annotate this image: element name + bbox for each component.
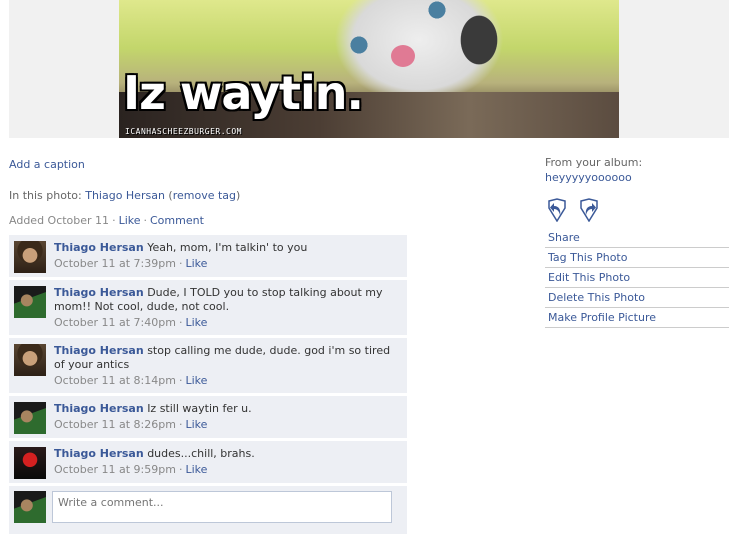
share-link[interactable]: Share bbox=[548, 231, 580, 244]
photo-actions: Share Tag This Photo Edit This Photo Del… bbox=[545, 228, 729, 328]
comment-item: Thiago Hersan Iz still waytin fer u. Oct… bbox=[9, 396, 407, 439]
avatar[interactable] bbox=[14, 402, 46, 434]
comment-like-link[interactable]: Like bbox=[185, 257, 207, 270]
comment-author-link[interactable]: Thiago Hersan bbox=[54, 402, 144, 415]
comment-like-link[interactable]: Like bbox=[185, 316, 207, 329]
comment-photo-link[interactable]: Comment bbox=[150, 214, 204, 227]
comment-item: Thiago Hersan Dude, I TOLD you to stop t… bbox=[9, 280, 407, 336]
comment-time: October 11 at 8:14pm bbox=[54, 374, 176, 387]
comment-like-link[interactable]: Like bbox=[185, 374, 207, 387]
added-line: Added October 11 · Like · Comment bbox=[9, 214, 204, 227]
comment-author-link[interactable]: Thiago Hersan bbox=[54, 447, 144, 460]
comment-input[interactable] bbox=[52, 491, 392, 523]
comment-list: Thiago Hersan Yeah, mom, I'm talkin' to … bbox=[9, 235, 407, 534]
comment-item: Thiago Hersan dudes...chill, brahs. Octo… bbox=[9, 441, 407, 484]
photo-sidebar: From your album: heyyyyyoooooo Share Tag… bbox=[545, 156, 729, 328]
from-album-label: From your album: bbox=[545, 156, 643, 169]
comment-time: October 11 at 7:40pm bbox=[54, 316, 176, 329]
photo[interactable]: Iz waytin. ICANHASCHEEZBURGER.COM bbox=[119, 0, 619, 138]
comment-item: Thiago Hersan stop calling me dude, dude… bbox=[9, 338, 407, 394]
comment-text: Iz still waytin fer u. bbox=[147, 402, 252, 415]
comment-time: October 11 at 8:26pm bbox=[54, 418, 176, 431]
comment-author-link[interactable]: Thiago Hersan bbox=[54, 344, 144, 357]
make-profile-picture-link[interactable]: Make Profile Picture bbox=[548, 311, 656, 324]
in-photo-prefix: In this photo: bbox=[9, 189, 86, 202]
comment-like-link[interactable]: Like bbox=[185, 418, 207, 431]
rotate-left-icon[interactable] bbox=[545, 198, 569, 222]
like-photo-link[interactable]: Like bbox=[119, 214, 141, 227]
in-this-photo: In this photo: Thiago Hersan (remove tag… bbox=[9, 189, 241, 202]
meme-text: Iz waytin. bbox=[123, 66, 364, 120]
added-date: Added October 11 bbox=[9, 214, 110, 227]
avatar[interactable] bbox=[14, 344, 46, 376]
comment-item: Thiago Hersan Yeah, mom, I'm talkin' to … bbox=[9, 235, 407, 278]
avatar[interactable] bbox=[14, 241, 46, 273]
comment-author-link[interactable]: Thiago Hersan bbox=[54, 241, 144, 254]
comment-time: October 11 at 7:39pm bbox=[54, 257, 176, 270]
comment-time: October 11 at 9:59pm bbox=[54, 463, 176, 476]
album-link[interactable]: heyyyyyoooooo bbox=[545, 171, 729, 184]
avatar bbox=[14, 491, 46, 523]
edit-photo-link[interactable]: Edit This Photo bbox=[548, 271, 630, 284]
comment-like-link[interactable]: Like bbox=[185, 463, 207, 476]
comment-text: dudes...chill, brahs. bbox=[147, 447, 255, 460]
photo-container: Iz waytin. ICANHASCHEEZBURGER.COM bbox=[9, 0, 729, 138]
comment-text: Yeah, mom, I'm talkin' to you bbox=[147, 241, 308, 254]
avatar[interactable] bbox=[14, 447, 46, 479]
add-caption-link[interactable]: Add a caption bbox=[9, 158, 85, 171]
photo-detail bbox=[391, 45, 415, 67]
rotate-controls bbox=[545, 198, 729, 226]
avatar[interactable] bbox=[14, 286, 46, 318]
comment-author-link[interactable]: Thiago Hersan bbox=[54, 286, 144, 299]
tagged-person-link[interactable]: Thiago Hersan bbox=[85, 189, 165, 202]
remove-tag-link[interactable]: remove tag bbox=[173, 189, 236, 202]
write-comment-box bbox=[9, 486, 407, 534]
rotate-right-icon[interactable] bbox=[577, 198, 601, 222]
tag-photo-link[interactable]: Tag This Photo bbox=[548, 251, 627, 264]
delete-photo-link[interactable]: Delete This Photo bbox=[548, 291, 645, 304]
meme-credit: ICANHASCHEEZBURGER.COM bbox=[125, 127, 242, 136]
